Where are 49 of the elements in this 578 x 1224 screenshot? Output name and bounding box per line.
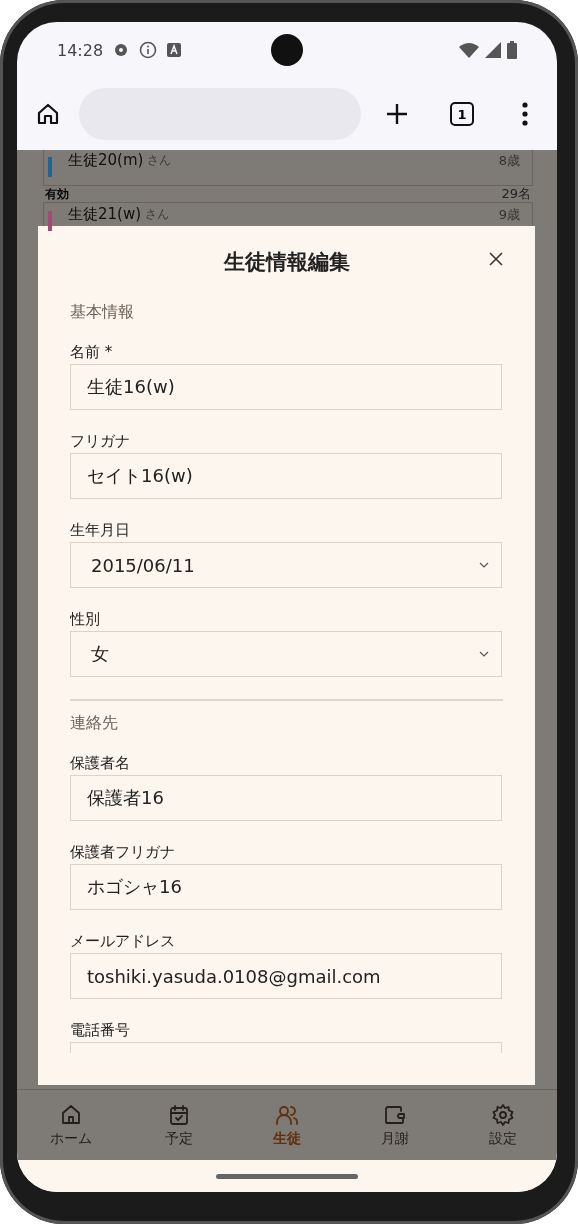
field-label: 生年月日: [70, 521, 131, 540]
translate-icon: [167, 43, 182, 57]
plus-icon[interactable]: [385, 102, 409, 126]
calendar-icon: [167, 1102, 191, 1127]
select-field[interactable]: 女: [70, 631, 502, 677]
select-field[interactable]: 2015/06/11: [70, 542, 502, 588]
signal-icon: [485, 42, 501, 58]
student-name: 生徒20(m): [68, 152, 144, 169]
honorific: さん: [147, 152, 172, 169]
status-time: 14:28: [57, 40, 104, 60]
group-label: 有効: [45, 187, 69, 201]
student-name: 生徒21(w): [68, 206, 142, 223]
field-label: 性別: [70, 610, 101, 629]
student-card[interactable]: 生徒20(m) さん 8歳: [43, 150, 533, 186]
settings-icon: [491, 1102, 515, 1127]
nav-tab[interactable]: 月謝: [360, 1102, 430, 1148]
camera-hole: [271, 34, 303, 66]
input-field[interactable]: toshiki.yasuda.0108@gmail.com: [70, 953, 502, 999]
field-label: 保護者フリガナ: [70, 843, 176, 862]
tab-count-button[interactable]: 1: [450, 102, 474, 126]
dialog-title: 生徒情報編集: [223, 249, 350, 276]
caret-icon: [479, 562, 489, 568]
caret-icon: [479, 651, 489, 657]
input-field[interactable]: 生徒16(w): [70, 364, 502, 410]
battery-icon: [507, 41, 517, 59]
wifi-icon: [459, 42, 479, 58]
group-count: 29名: [501, 187, 531, 201]
section-heading: 基本情報: [70, 302, 135, 323]
student-age: 9歳: [498, 206, 520, 223]
field-label: 保護者名: [70, 754, 131, 773]
info-icon: [139, 41, 158, 59]
close-icon[interactable]: [489, 252, 503, 266]
input-field[interactable]: セイト16(w): [70, 453, 502, 499]
section-heading: 連絡先: [70, 713, 119, 734]
nav-tab[interactable]: 予定: [144, 1102, 214, 1148]
field-label: メールアドレス: [70, 932, 176, 951]
field-label: 電話番号: [70, 1021, 131, 1040]
student-age: 8歳: [498, 152, 520, 169]
honorific: さん: [145, 206, 170, 223]
menu-icon[interactable]: [522, 102, 528, 126]
home-icon: [59, 1102, 83, 1127]
field-label: フリガナ: [70, 432, 131, 451]
input-field[interactable]: 保護者16: [70, 775, 502, 821]
notification-icon: [113, 42, 130, 58]
home-icon[interactable]: [36, 102, 60, 126]
input-field[interactable]: ホゴシャ16: [70, 864, 502, 910]
nav-tab[interactable]: ホーム: [36, 1102, 106, 1148]
nav-tab[interactable]: 設定: [468, 1102, 538, 1148]
field-label: 名前 *: [70, 343, 114, 362]
